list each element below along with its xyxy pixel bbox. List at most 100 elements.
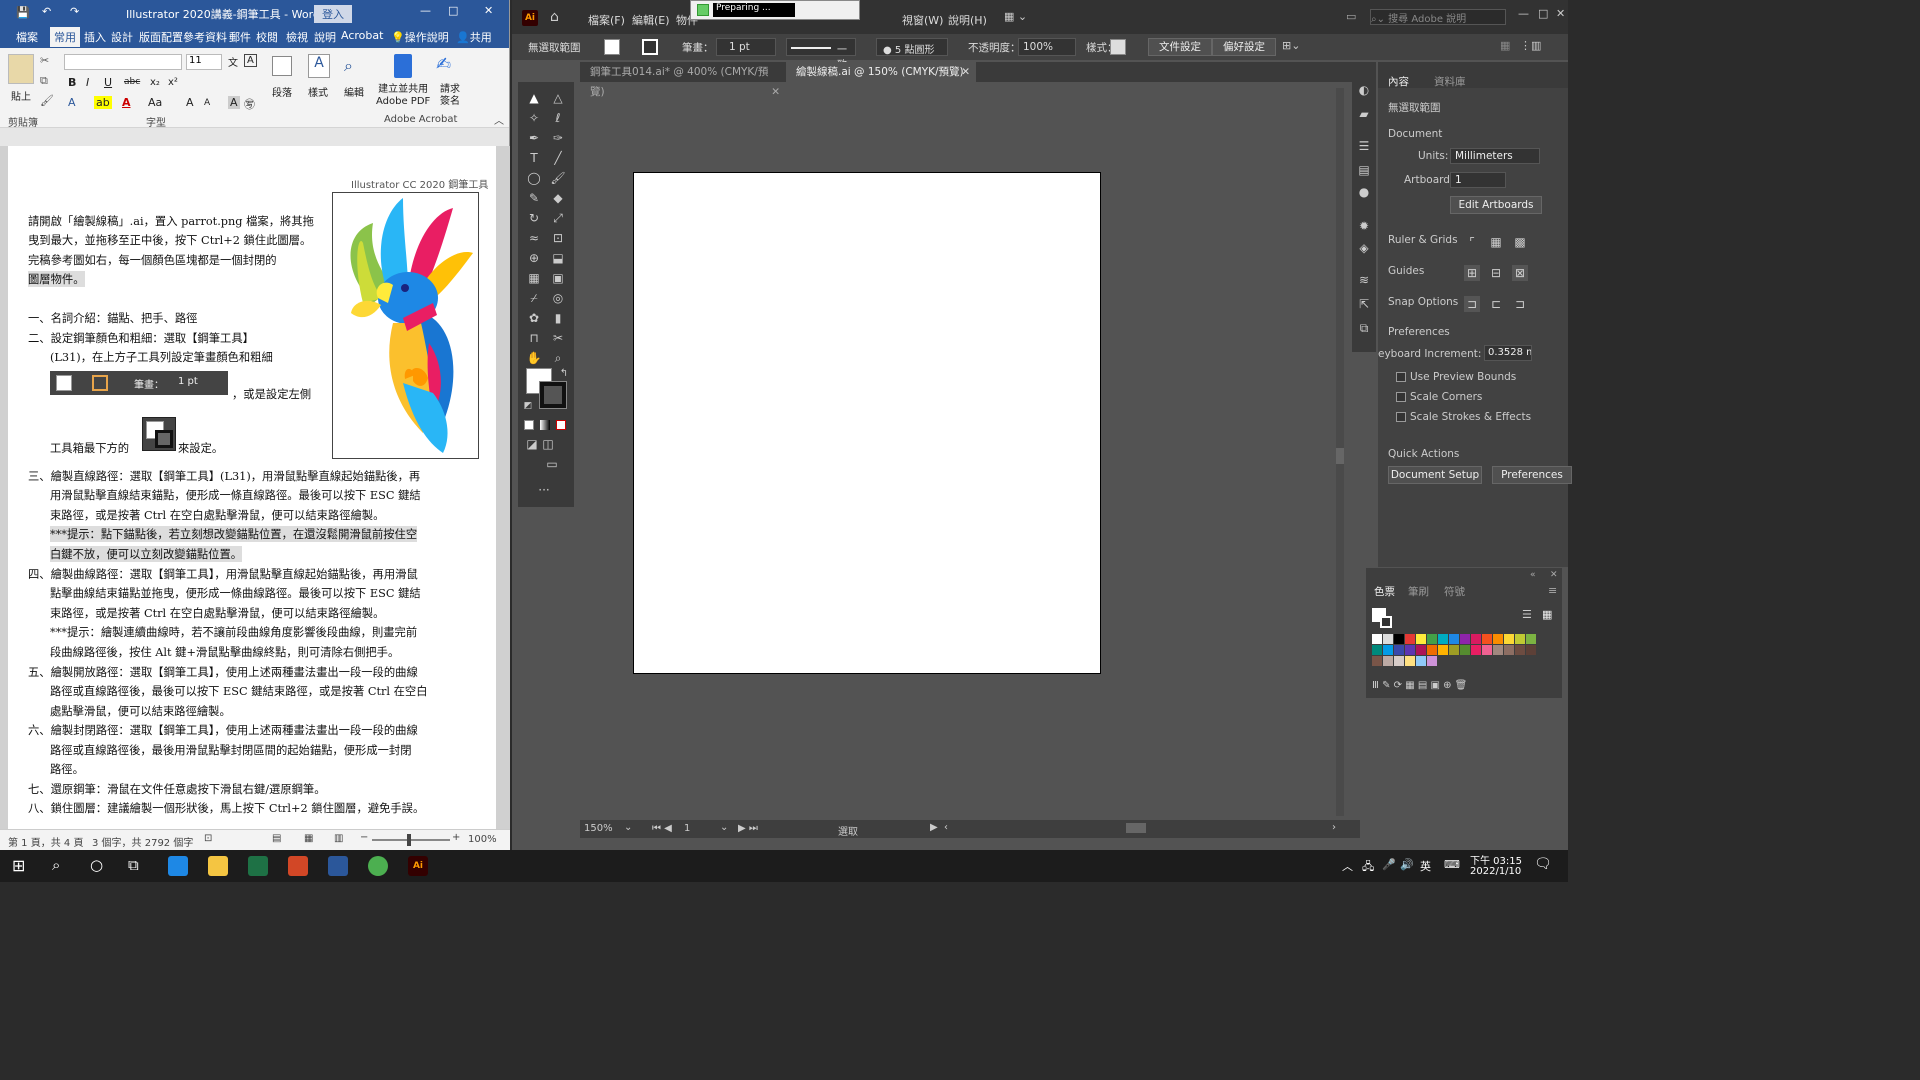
zoom-level[interactable]: 100% bbox=[468, 834, 497, 845]
color-swatch[interactable] bbox=[1405, 645, 1415, 655]
preferences-button[interactable]: 偏好設定 bbox=[1212, 38, 1276, 56]
excel-icon[interactable] bbox=[248, 856, 268, 876]
bold-button[interactable]: B bbox=[68, 76, 76, 89]
ai-minimize-icon[interactable]: — bbox=[1518, 7, 1529, 20]
scroll-left-icon[interactable]: ‹ bbox=[944, 822, 948, 833]
minimize-icon[interactable]: — bbox=[420, 4, 431, 17]
color-swatch[interactable] bbox=[1383, 656, 1393, 666]
tab-tell-me[interactable]: 💡操作說明 bbox=[391, 29, 449, 45]
snap-pixel-icon[interactable]: ⊏ bbox=[1488, 296, 1504, 312]
gradient-mode-icon[interactable] bbox=[540, 420, 550, 430]
illustrator-icon[interactable]: Ai bbox=[408, 856, 428, 876]
eraser-icon[interactable]: ◆ bbox=[550, 190, 566, 206]
vertical-scrollbar[interactable] bbox=[1336, 88, 1344, 816]
zoom-in-icon[interactable]: + bbox=[452, 832, 460, 843]
close-icon[interactable]: ✕ bbox=[484, 4, 493, 17]
swatches-tab[interactable]: 色票 bbox=[1374, 584, 1395, 599]
color-swatch[interactable] bbox=[1405, 634, 1415, 644]
tab-close-icon[interactable]: ✕ bbox=[771, 82, 780, 102]
transform-icon[interactable]: ▦ bbox=[1500, 39, 1510, 52]
layers-panel-icon[interactable]: ≋ bbox=[1356, 272, 1372, 288]
shape-builder-icon[interactable]: ⊕ bbox=[526, 250, 542, 266]
color-swatch[interactable] bbox=[1471, 645, 1481, 655]
artboard-number[interactable]: 1 bbox=[684, 823, 690, 834]
redo-icon[interactable]: ↷ bbox=[70, 5, 79, 18]
color-swatch[interactable] bbox=[1416, 634, 1426, 644]
color-swatch[interactable] bbox=[1394, 634, 1404, 644]
color-swatch[interactable] bbox=[1427, 645, 1437, 655]
artboards-panel-icon[interactable]: ⧉ bbox=[1356, 320, 1372, 336]
copy-icon[interactable]: ⧉ bbox=[40, 74, 48, 88]
menu-file[interactable]: 檔案(F) bbox=[588, 12, 625, 28]
paste-icon[interactable] bbox=[8, 54, 34, 84]
keyboard-increment-input[interactable]: 0.3528 m bbox=[1484, 345, 1532, 361]
chrome-icon[interactable] bbox=[368, 856, 388, 876]
home-icon[interactable]: ⌂ bbox=[550, 9, 559, 25]
status-mode[interactable]: 選取 bbox=[838, 823, 858, 838]
color-swatch[interactable] bbox=[1482, 634, 1492, 644]
shrink-font-icon[interactable]: A bbox=[204, 98, 210, 108]
zoom-tool-icon[interactable]: ⌕ bbox=[550, 350, 566, 366]
properties-panel-icon[interactable]: ◐ bbox=[1356, 82, 1372, 98]
font-color-icon[interactable]: A bbox=[122, 96, 131, 109]
task-view-icon[interactable]: ⧉ bbox=[128, 856, 139, 874]
highlight-icon[interactable]: ab bbox=[94, 96, 112, 109]
artboard-dropdown-icon[interactable]: ⌄ bbox=[720, 822, 728, 833]
artboard-tool-icon[interactable]: ⊓ bbox=[526, 330, 542, 346]
tab-acrobat[interactable]: Acrobat bbox=[341, 29, 383, 42]
color-swatch[interactable] bbox=[1526, 645, 1536, 655]
color-swatch[interactable] bbox=[1504, 645, 1514, 655]
thumbnail-view-icon[interactable]: ▦ bbox=[1542, 608, 1552, 621]
proofing-icon[interactable]: ⊡ bbox=[204, 833, 212, 844]
more-tools-icon[interactable]: ··· bbox=[536, 482, 552, 498]
list-view-icon[interactable]: ☰ bbox=[1522, 608, 1532, 621]
selection-tool-icon[interactable]: ▲ bbox=[526, 90, 542, 106]
color-swatch[interactable] bbox=[1383, 634, 1393, 644]
type-tool-icon[interactable]: T bbox=[526, 150, 542, 166]
warp-tool-icon[interactable]: ≈ bbox=[526, 230, 542, 246]
word-icon[interactable] bbox=[328, 856, 348, 876]
panel-preferences-button[interactable]: Preferences bbox=[1492, 466, 1572, 484]
tab-mailings[interactable]: 郵件 bbox=[229, 29, 251, 45]
horizontal-scroll-thumb[interactable] bbox=[1126, 823, 1146, 833]
live-paint-icon[interactable]: ⬓ bbox=[550, 250, 566, 266]
swatch-stroke-preview[interactable] bbox=[1380, 616, 1392, 628]
stroke-profile-select[interactable]: 一致 bbox=[786, 38, 856, 71]
zoom-slider[interactable] bbox=[372, 839, 450, 841]
tab-help[interactable]: 說明 bbox=[314, 29, 336, 45]
stroke-weight-input[interactable]: 1 pt bbox=[716, 38, 776, 56]
color-swatch[interactable] bbox=[1449, 634, 1459, 644]
network-icon[interactable]: 🖧 bbox=[1362, 858, 1374, 877]
start-icon[interactable]: ⊞ bbox=[12, 856, 25, 875]
notifications-icon[interactable]: 🗨 bbox=[1534, 856, 1552, 872]
align-icon[interactable]: ⊞⌄ bbox=[1282, 39, 1300, 52]
search-icon[interactable]: ⌕ bbox=[344, 56, 353, 76]
graph-tool-icon[interactable]: ▮ bbox=[550, 310, 566, 326]
artboard[interactable] bbox=[633, 172, 1101, 674]
create-pdf-icon[interactable] bbox=[394, 54, 412, 78]
request-sign-label[interactable]: 請求 簽名 bbox=[440, 84, 460, 108]
swatch-actions-icon[interactable]: Ⅲ ✎ ⟳ ▦ ▤ ▣ ⊕ 🗑 bbox=[1372, 680, 1467, 691]
color-swatch[interactable] bbox=[1372, 645, 1382, 655]
line-tool-icon[interactable]: ╱ bbox=[550, 150, 566, 166]
menu-window[interactable]: 視窗(W) bbox=[902, 12, 943, 28]
menu-edit[interactable]: 編輯(E) bbox=[632, 12, 670, 28]
search-icon[interactable]: ⌕ bbox=[52, 856, 60, 874]
tray-chevron-icon[interactable]: ︿ bbox=[1342, 858, 1353, 874]
cut-icon[interactable]: ✂ bbox=[40, 54, 49, 67]
volume-icon[interactable]: 🔊 bbox=[1400, 858, 1414, 871]
grid-icon[interactable]: ▦ bbox=[1488, 234, 1504, 250]
artboard-select[interactable]: 1 bbox=[1450, 172, 1506, 188]
stroke-color-swatch[interactable] bbox=[642, 39, 658, 55]
panel-tab-properties[interactable]: 內容 bbox=[1388, 74, 1409, 89]
char-shading-icon[interactable]: A bbox=[228, 96, 240, 109]
font-name-select[interactable] bbox=[64, 54, 182, 70]
search-help-input[interactable]: ⌕⌄ 搜尋 Adobe 說明 bbox=[1370, 9, 1506, 25]
snap-point-icon[interactable]: ⊐ bbox=[1464, 296, 1480, 312]
color-swatch[interactable] bbox=[1416, 645, 1426, 655]
vertical-scroll-thumb[interactable] bbox=[1336, 448, 1344, 464]
swatch-grid[interactable] bbox=[1372, 634, 1544, 678]
artboard-next-icon[interactable]: ▶ ⏭ bbox=[738, 823, 758, 834]
strikethrough-button[interactable]: abc bbox=[124, 77, 140, 87]
color-swatch[interactable] bbox=[1493, 645, 1503, 655]
